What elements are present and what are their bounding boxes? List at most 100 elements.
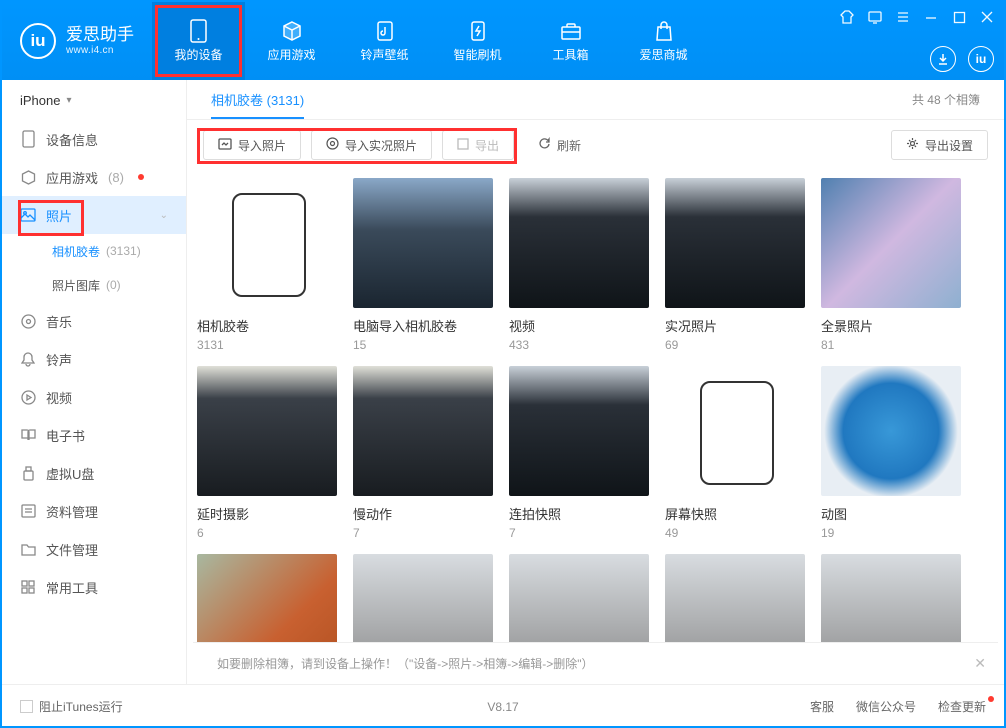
- maximize-icon[interactable]: [950, 8, 968, 26]
- version-label: V8.17: [487, 700, 518, 714]
- album-name: 屏幕快照: [665, 504, 805, 523]
- album-item[interactable]: [821, 554, 961, 642]
- album-thumb: [509, 178, 649, 308]
- album-item[interactable]: [509, 554, 649, 642]
- footer-link-update[interactable]: 检查更新: [938, 698, 986, 715]
- block-itunes-checkbox[interactable]: 阻止iTunes运行: [20, 698, 123, 715]
- sidebar: iPhone ▾ 设备信息 应用游戏 (8) 照片 ⌄ 相机胶卷 (3131) …: [2, 80, 187, 684]
- album-thumb: [665, 366, 805, 496]
- flash-icon: [467, 20, 489, 42]
- album-count: 433: [509, 338, 649, 352]
- refresh-button[interactable]: 刷新: [524, 130, 595, 160]
- album-count: 7: [353, 526, 493, 540]
- folder-icon: [20, 541, 36, 557]
- logo-area: iu 爱思助手 www.i4.cn: [2, 2, 152, 80]
- album-thumb: [821, 554, 961, 642]
- sidebar-item-tools[interactable]: 常用工具: [2, 568, 186, 606]
- close-icon[interactable]: [978, 8, 996, 26]
- menu-icon[interactable]: [894, 8, 912, 26]
- import-photo-button[interactable]: 导入照片: [203, 130, 301, 160]
- footer: 阻止iTunes运行 V8.17 客服 微信公众号 检查更新: [2, 684, 1004, 728]
- export-settings-button[interactable]: 导出设置: [891, 130, 988, 160]
- album-thumb: [665, 178, 805, 308]
- window-controls: [838, 8, 996, 26]
- album-item[interactable]: [665, 554, 805, 642]
- export-button[interactable]: 导出: [442, 130, 514, 160]
- sidebar-item-photos[interactable]: 照片 ⌄: [2, 196, 186, 234]
- logo-small-icon[interactable]: iu: [968, 46, 994, 72]
- image-icon: [20, 207, 36, 223]
- album-name: 全景照片: [821, 316, 961, 335]
- album-thumb: [197, 554, 337, 642]
- sidebar-sub-photo-library[interactable]: 照片图库 (0): [2, 268, 186, 302]
- sidebar-item-apps[interactable]: 应用游戏 (8): [2, 158, 186, 196]
- footer-link-wechat[interactable]: 微信公众号: [856, 698, 916, 715]
- gear-icon: [906, 137, 919, 153]
- sidebar-item-device-info[interactable]: 设备信息: [2, 120, 186, 158]
- sidebar-item-udisk[interactable]: 虚拟U盘: [2, 454, 186, 492]
- nav-flash[interactable]: 智能刷机: [431, 2, 524, 80]
- album-item[interactable]: [353, 554, 493, 642]
- close-hint-button[interactable]: ✕: [974, 655, 986, 672]
- sidebar-item-ringtones[interactable]: 铃声: [2, 340, 186, 378]
- album-item[interactable]: 相机胶卷 3131: [197, 178, 337, 352]
- album-total: 共 48 个相簿: [912, 91, 980, 108]
- sidebar-item-data[interactable]: 资料管理: [2, 492, 186, 530]
- album-item[interactable]: [197, 554, 337, 642]
- chevron-down-icon: ⌄: [160, 210, 168, 221]
- album-name: 动图: [821, 504, 961, 523]
- minimize-icon[interactable]: [922, 8, 940, 26]
- export-icon: [457, 138, 469, 153]
- device-selector[interactable]: iPhone ▾: [2, 80, 186, 120]
- sidebar-item-ebooks[interactable]: 电子书: [2, 416, 186, 454]
- album-name: 慢动作: [353, 504, 493, 523]
- album-thumb: [353, 178, 493, 308]
- album-item[interactable]: 电脑导入相机胶卷 15: [353, 178, 493, 352]
- tab-camera-roll[interactable]: 相机胶卷 (3131): [211, 80, 304, 119]
- main-content: 相机胶卷 (3131) 共 48 个相簿 导入照片 导入实况照片 导出 刷新: [187, 80, 1004, 684]
- album-item[interactable]: 连拍快照 7: [509, 366, 649, 540]
- download-button[interactable]: [930, 46, 956, 72]
- album-name: 电脑导入相机胶卷: [353, 316, 493, 335]
- album-name: 连拍快照: [509, 504, 649, 523]
- album-item[interactable]: 视频 433: [509, 178, 649, 352]
- album-name: 延时摄影: [197, 504, 337, 523]
- red-dot-icon: [138, 174, 144, 180]
- nav-store[interactable]: 爱思商城: [617, 2, 710, 80]
- disc-icon: [20, 313, 36, 329]
- album-item[interactable]: 屏幕快照 49: [665, 366, 805, 540]
- footer-link-support[interactable]: 客服: [810, 698, 834, 715]
- nav-toolbox[interactable]: 工具箱: [524, 2, 617, 80]
- album-count: 3131: [197, 338, 337, 352]
- album-thumb: [197, 366, 337, 496]
- cube-icon: [20, 169, 36, 185]
- sidebar-item-video[interactable]: 视频: [2, 378, 186, 416]
- hint-bar: 如要删除相簿，请到设备上操作！（"设备->照片->相簿->编辑->删除"） ✕: [193, 642, 998, 684]
- grid-icon: [20, 579, 36, 595]
- album-thumb: [665, 554, 805, 642]
- album-count: 81: [821, 338, 961, 352]
- sidebar-sub-camera-roll[interactable]: 相机胶卷 (3131): [2, 234, 186, 268]
- usb-icon: [20, 465, 36, 481]
- sidebar-item-files[interactable]: 文件管理: [2, 530, 186, 568]
- album-item[interactable]: 实况照片 69: [665, 178, 805, 352]
- sidebar-item-music[interactable]: 音乐: [2, 302, 186, 340]
- feedback-icon[interactable]: [866, 8, 884, 26]
- album-item[interactable]: 延时摄影 6: [197, 366, 337, 540]
- album-count: 69: [665, 338, 805, 352]
- info-icon: [20, 131, 36, 147]
- import-live-button[interactable]: 导入实况照片: [311, 130, 432, 160]
- album-name: 视频: [509, 316, 649, 335]
- app-url: www.i4.cn: [66, 45, 134, 57]
- skin-icon[interactable]: [838, 8, 856, 26]
- nav-apps[interactable]: 应用游戏: [245, 2, 338, 80]
- album-item[interactable]: 慢动作 7: [353, 366, 493, 540]
- refresh-icon: [538, 137, 551, 153]
- nav-my-device[interactable]: 我的设备: [152, 2, 245, 80]
- tabbar: 相机胶卷 (3131) 共 48 个相簿: [187, 80, 1004, 120]
- toolbox-icon: [560, 20, 582, 42]
- album-item[interactable]: 全景照片 81: [821, 178, 961, 352]
- hint-text: 如要删除相簿，请到设备上操作！（"设备->照片->相簿->编辑->删除"）: [217, 655, 594, 672]
- nav-ringtones[interactable]: 铃声壁纸: [338, 2, 431, 80]
- album-item[interactable]: 动图 19: [821, 366, 961, 540]
